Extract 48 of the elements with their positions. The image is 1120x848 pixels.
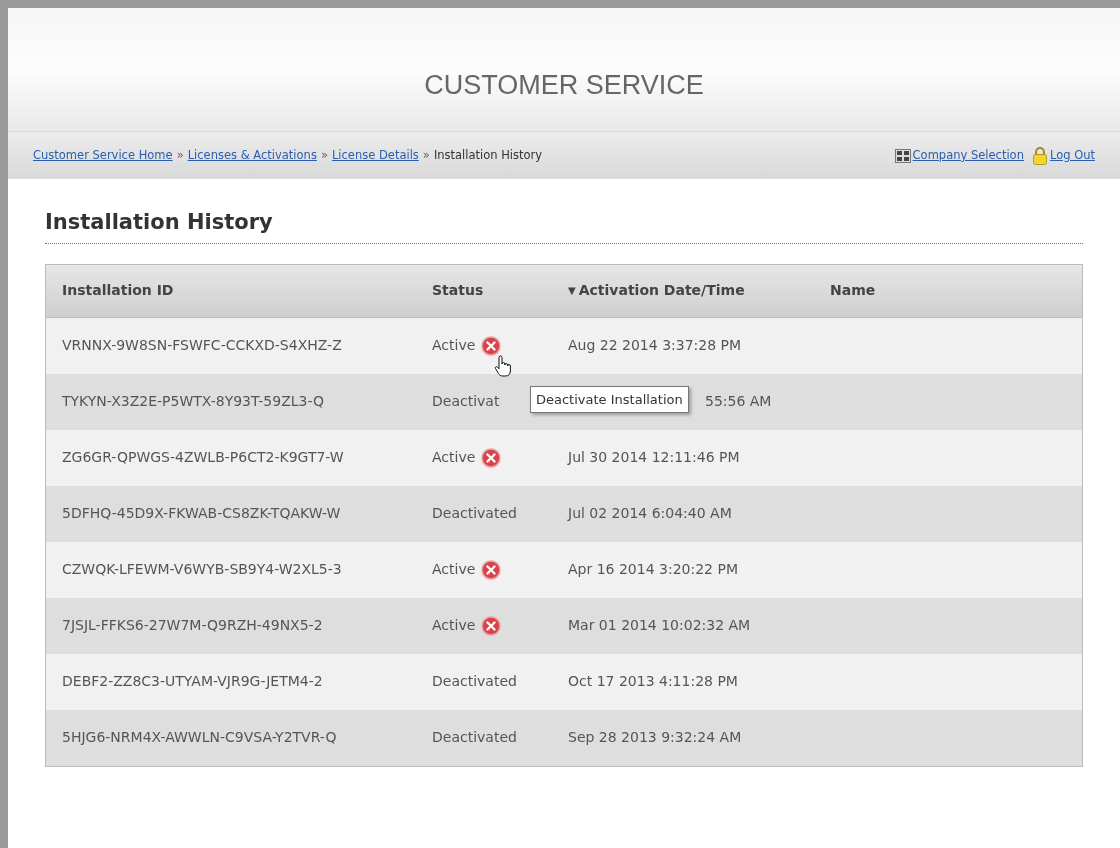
column-header[interactable]: Status <box>432 280 568 301</box>
installation-id: VRNNX-9W8SN-FSWFC-CCKXD-S4XHZ-Z <box>61 336 343 355</box>
breadcrumb-link[interactable]: Licenses & Activations <box>187 146 317 165</box>
breadcrumb-link[interactable]: License Details <box>331 146 419 165</box>
remove-icon[interactable] <box>481 335 502 356</box>
tooltip: Deactivate Installation <box>530 385 689 413</box>
installation-id: DEBF2-ZZ8C3-UTYAM-VJR9G-JETM4-2 <box>61 672 324 691</box>
activation-date: Aug 22 2014 3:37:28 PM <box>568 337 742 353</box>
installation-id: 5DFHQ-45D9X-FKWAB-CS8ZK-TQAKW-W <box>61 504 342 523</box>
installation-id: 5HJG6-NRM4X-AWWLN-C9VSA-Y2TVR-Q <box>61 728 338 747</box>
installation-id: ZG6GR-QPWGS-4ZWLB-P6CT2-K9GT7-W <box>61 448 345 467</box>
status-text: Deactivated <box>432 672 517 691</box>
padlock-icon <box>1031 146 1048 165</box>
installation-id: CZWQK-LFEWM-V6WYB-SB9Y4-W2XL5-3 <box>61 560 343 579</box>
breadcrumb-separator: » <box>176 146 184 164</box>
remove-icon[interactable] <box>481 447 502 468</box>
sort-down-icon: ▼ <box>568 283 576 298</box>
remove-icon[interactable] <box>481 615 502 636</box>
activation-date: Oct 17 2013 4:11:28 PM <box>568 673 738 689</box>
account-link[interactable]: Company Selection <box>912 146 1024 165</box>
breadcrumb-current: Installation History <box>433 146 543 164</box>
activation-date: Sep 28 2013 9:32:24 AM <box>568 729 742 745</box>
activation-date: Mar 01 2014 10:02:32 AM <box>568 617 751 633</box>
activation-date: Jul 02 2014 6:04:40 AM <box>568 505 732 521</box>
installation-id: 7JSJL-FFKS6-27W7M-Q9RZH-49NX5-2 <box>61 616 324 635</box>
column-header[interactable]: Installation ID <box>46 280 432 301</box>
status-text: Deactivated <box>432 728 517 747</box>
activation-date: Jul 30 2014 12:11:46 PM <box>568 449 740 465</box>
account-link[interactable]: Log Out <box>1049 146 1095 165</box>
page-heading: Installation History <box>45 207 1083 244</box>
breadcrumb-link[interactable]: Customer Service Home <box>33 146 173 165</box>
grid-icon <box>894 148 911 163</box>
status-text: Deactivated <box>432 504 517 523</box>
breadcrumb-separator: » <box>320 146 328 164</box>
activation-date: Apr 16 2014 3:20:22 PM <box>568 561 738 577</box>
hand-cursor-icon <box>494 355 512 377</box>
status-text: Active <box>432 616 476 635</box>
status-text: Active <box>432 336 476 355</box>
site-title: CUSTOMER SERVICE <box>424 68 704 102</box>
column-header[interactable]: ▼ Activation Date/Time <box>568 280 830 301</box>
breadcrumb-separator: » <box>422 146 430 164</box>
activation-date: 55:56 AM <box>705 393 772 409</box>
installation-id: TYKYN-X3Z2E-P5WTX-8Y93T-59ZL3-Q <box>61 392 326 411</box>
status-text: Deactivat <box>432 392 500 411</box>
remove-icon[interactable] <box>481 559 502 580</box>
status-text: Active <box>432 560 476 579</box>
status-text: Active <box>432 448 476 467</box>
column-header[interactable]: Name <box>830 280 1082 301</box>
